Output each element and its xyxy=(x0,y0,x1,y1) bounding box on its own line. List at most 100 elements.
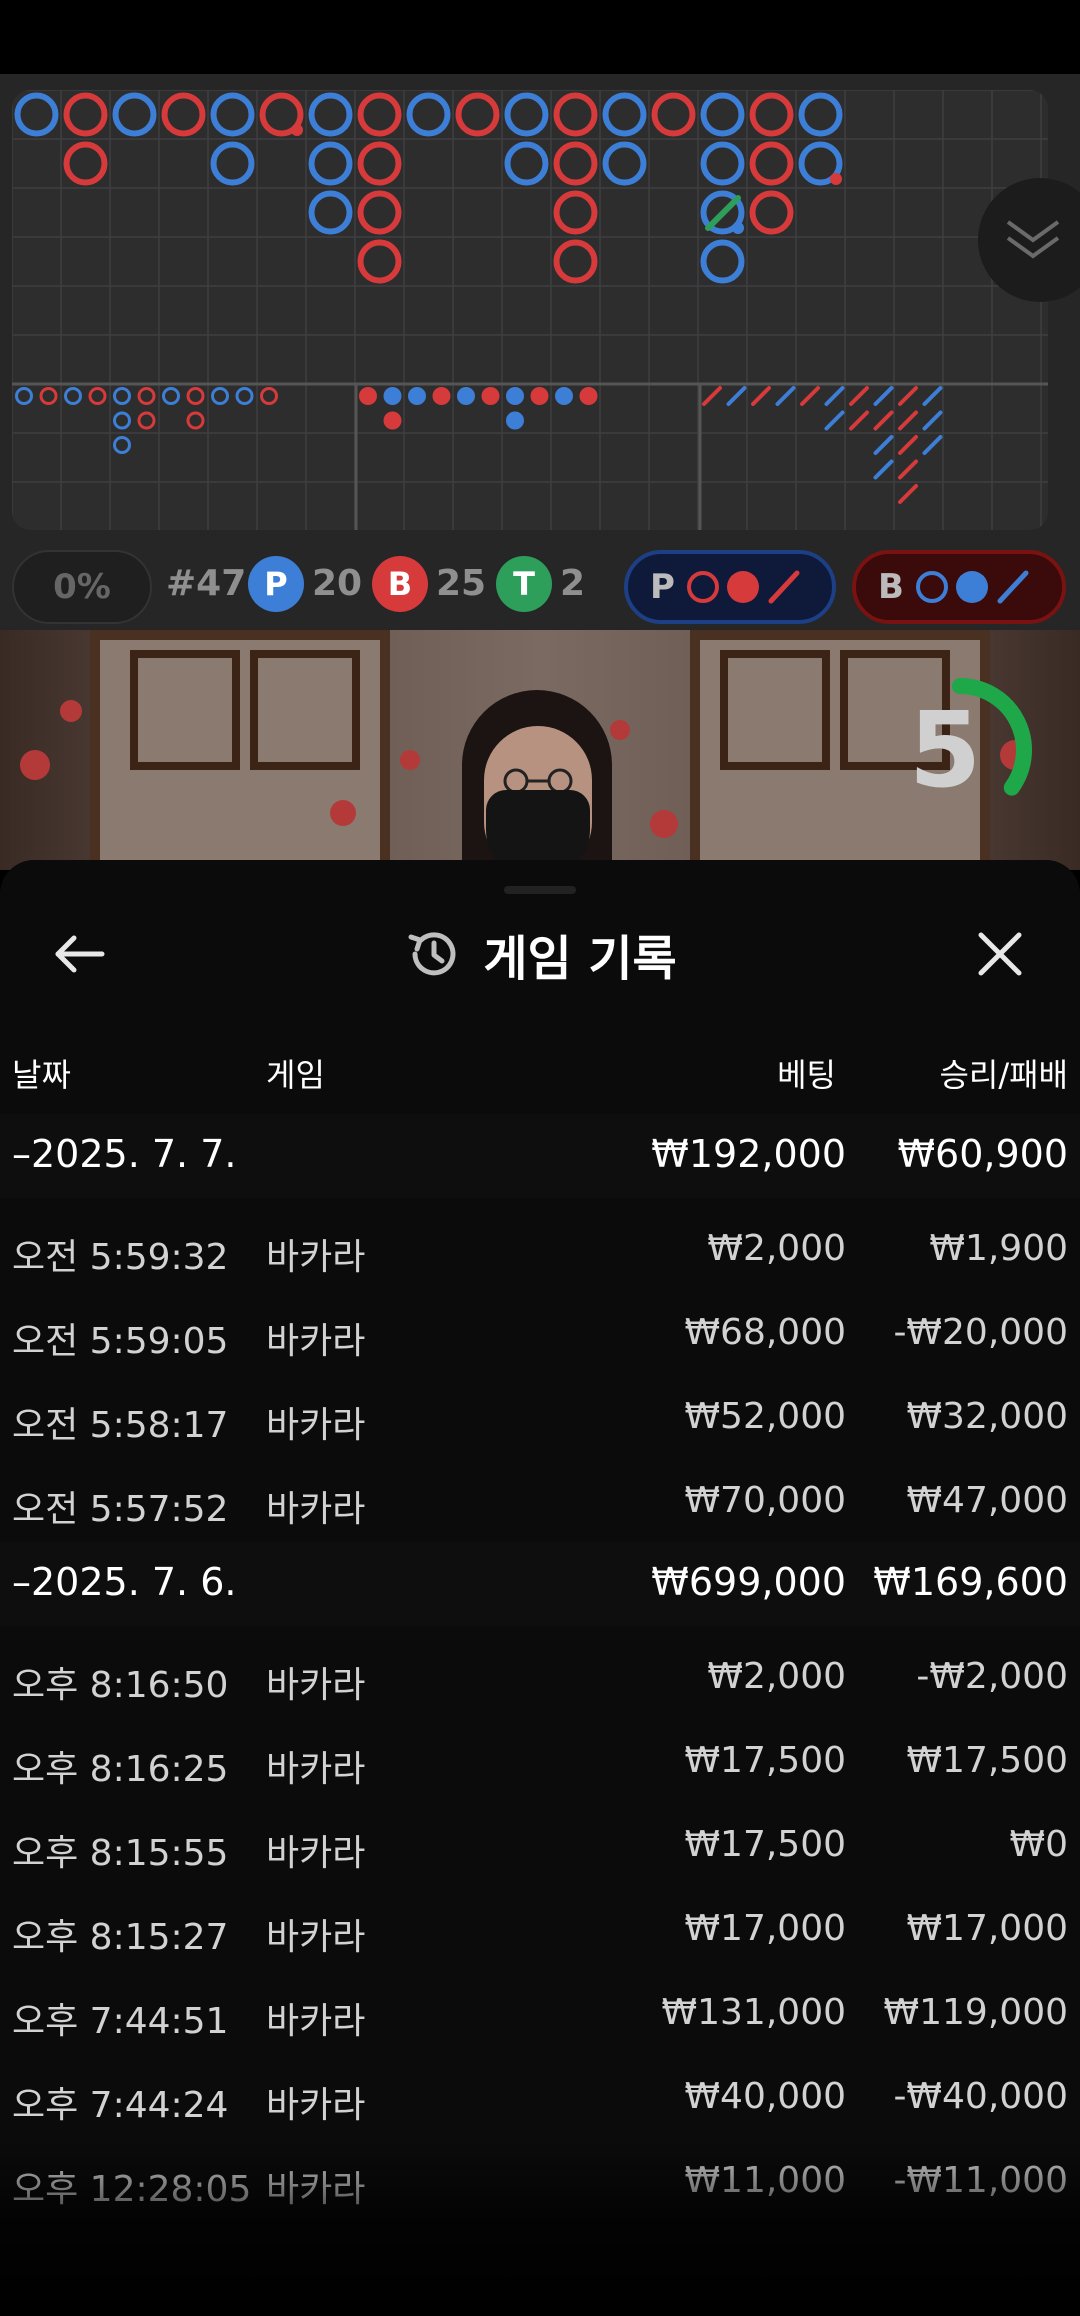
big-road-ring xyxy=(700,141,745,186)
predict-banker-button[interactable]: B xyxy=(852,550,1066,624)
column-header-win-loss: 승리/패배 xyxy=(939,1056,1068,1094)
big-road-ring xyxy=(406,92,451,137)
big-road-ring xyxy=(112,92,157,137)
row-time: 오후 8:15:27 xyxy=(12,1917,229,1958)
history-list: –2025. 7. 7. ₩192,000 ₩60,900 오전 5:59:32… xyxy=(0,1114,1080,2222)
history-row[interactable]: 오후 8:15:55 바카라 ₩17,500 ₩0 xyxy=(0,1802,1080,1886)
column-header-date: 날짜 xyxy=(12,1056,71,1094)
row-game: 바카라 xyxy=(266,1489,366,1530)
player-badge: P xyxy=(248,556,304,612)
history-icon xyxy=(408,932,456,976)
row-win-loss: ₩32,000 xyxy=(906,1396,1068,1437)
big-road-ring xyxy=(210,141,255,186)
slash-road-mark xyxy=(873,410,894,431)
pair-dot xyxy=(732,222,744,234)
predict-banker-label: B xyxy=(878,567,904,607)
big-road-ring xyxy=(553,190,598,235)
tie-badge: T xyxy=(496,556,552,612)
row-win-loss: -₩2,000 xyxy=(916,1656,1068,1697)
table-header: 날짜 게임 베팅 승리/패배 xyxy=(0,1040,1080,1104)
history-row[interactable]: 오전 5:57:52 바카라 ₩70,000 ₩47,000 xyxy=(0,1458,1080,1542)
predict-player-button[interactable]: P xyxy=(624,550,836,624)
slash-road-mark xyxy=(898,459,918,480)
group-bet-total: ₩192,000 xyxy=(651,1132,846,1176)
date-group-row[interactable]: –2025. 7. 7. ₩192,000 ₩60,900 xyxy=(0,1114,1080,1198)
back-button[interactable] xyxy=(46,920,114,988)
small-road-ring xyxy=(162,387,180,405)
row-bet: ₩17,000 xyxy=(684,1908,846,1949)
row-time: 오전 5:59:32 xyxy=(12,1237,229,1278)
prediction-symbols-icon xyxy=(915,570,1029,604)
win-percentage[interactable]: 0% xyxy=(12,550,152,624)
slash-road-mark xyxy=(873,459,894,480)
row-game: 바카라 xyxy=(266,1749,366,1790)
sheet-grab-handle[interactable] xyxy=(504,886,576,894)
column-header-game: 게임 xyxy=(266,1056,325,1094)
slash-road-mark xyxy=(873,435,894,455)
road-map-panel[interactable] xyxy=(12,90,1048,530)
dot-road-dot xyxy=(481,387,500,405)
small-road-ring xyxy=(113,411,131,430)
row-bet: ₩70,000 xyxy=(684,1480,846,1521)
small-road-ring xyxy=(64,387,82,405)
status-bar xyxy=(0,0,1080,74)
row-time: 오후 8:15:55 xyxy=(12,1833,229,1874)
slash-road-mark xyxy=(849,386,869,406)
big-road-ring xyxy=(602,92,647,137)
history-row[interactable]: 오후 8:16:25 바카라 ₩17,500 ₩17,500 xyxy=(0,1718,1080,1802)
big-road-ring xyxy=(63,92,108,137)
big-road-ring xyxy=(357,190,402,235)
slash-road-mark xyxy=(922,435,943,455)
countdown-timer: 5 xyxy=(880,670,1040,830)
tie-slash xyxy=(705,195,741,231)
big-road-ring xyxy=(63,141,108,186)
big-road-ring xyxy=(308,141,353,186)
big-road-ring xyxy=(308,190,353,235)
history-row[interactable]: 오후 8:16:50 바카라 ₩2,000 -₩2,000 xyxy=(0,1634,1080,1718)
big-road-ring xyxy=(602,141,647,186)
row-time: 오전 5:59:05 xyxy=(12,1321,229,1362)
slash-road-mark xyxy=(898,410,918,431)
big-road-ring xyxy=(14,92,59,137)
row-time: 오후 7:44:51 xyxy=(12,2001,229,2042)
row-win-loss: ₩119,000 xyxy=(883,1992,1068,2033)
small-road-ring xyxy=(260,387,278,405)
group-bet-total: ₩699,000 xyxy=(651,1560,846,1604)
history-row[interactable]: 오전 5:58:17 바카라 ₩52,000 ₩32,000 xyxy=(0,1374,1080,1458)
predict-player-label: P xyxy=(650,567,675,607)
prediction-symbols-icon xyxy=(686,570,800,604)
arrow-left-icon xyxy=(55,935,105,973)
small-road-ring xyxy=(113,436,131,454)
history-row[interactable]: 오후 8:15:27 바카라 ₩17,000 ₩17,000 xyxy=(0,1886,1080,1970)
slash-road-mark xyxy=(751,386,771,406)
history-row[interactable]: 오전 5:59:32 바카라 ₩2,000 ₩1,900 xyxy=(0,1206,1080,1290)
dot-road-dot xyxy=(432,387,451,405)
row-game: 바카라 xyxy=(266,1833,366,1874)
date-group-row[interactable]: –2025. 7. 6. ₩699,000 ₩169,600 xyxy=(0,1542,1080,1626)
live-video[interactable]: 5 xyxy=(0,630,1080,870)
big-road-ring xyxy=(651,92,696,137)
row-time: 오후 8:16:25 xyxy=(12,1749,229,1790)
row-win-loss: -₩40,000 xyxy=(893,2076,1068,2117)
sheet-header: 게임 기록 xyxy=(0,916,1080,992)
close-button[interactable] xyxy=(966,920,1034,988)
small-road-ring xyxy=(186,387,205,405)
slash-road-mark xyxy=(898,386,918,406)
small-road-ring xyxy=(137,387,156,405)
tie-count: 2 xyxy=(560,563,586,604)
dot-road-dot xyxy=(579,387,598,405)
history-row[interactable]: 오후 7:44:24 바카라 ₩40,000 -₩40,000 xyxy=(0,2054,1080,2138)
row-bet: ₩2,000 xyxy=(707,1656,846,1697)
player-count: 20 xyxy=(312,563,363,604)
history-row[interactable]: 오전 5:59:05 바카라 ₩68,000 -₩20,000 xyxy=(0,1290,1080,1374)
slash-road-mark xyxy=(824,386,845,406)
history-row[interactable]: 오후 7:44:51 바카라 ₩131,000 ₩119,000 xyxy=(0,1970,1080,2054)
road-map xyxy=(12,90,1048,530)
pair-dot xyxy=(830,173,842,185)
history-row[interactable]: 오후 12:28:05 바카라 ₩11,000 -₩11,000 xyxy=(0,2138,1080,2222)
big-road-ring xyxy=(357,239,402,284)
row-win-loss: -₩11,000 xyxy=(893,2160,1068,2201)
big-road-ring xyxy=(749,190,794,235)
big-road-ring xyxy=(553,141,598,186)
small-road-ring xyxy=(186,411,205,430)
